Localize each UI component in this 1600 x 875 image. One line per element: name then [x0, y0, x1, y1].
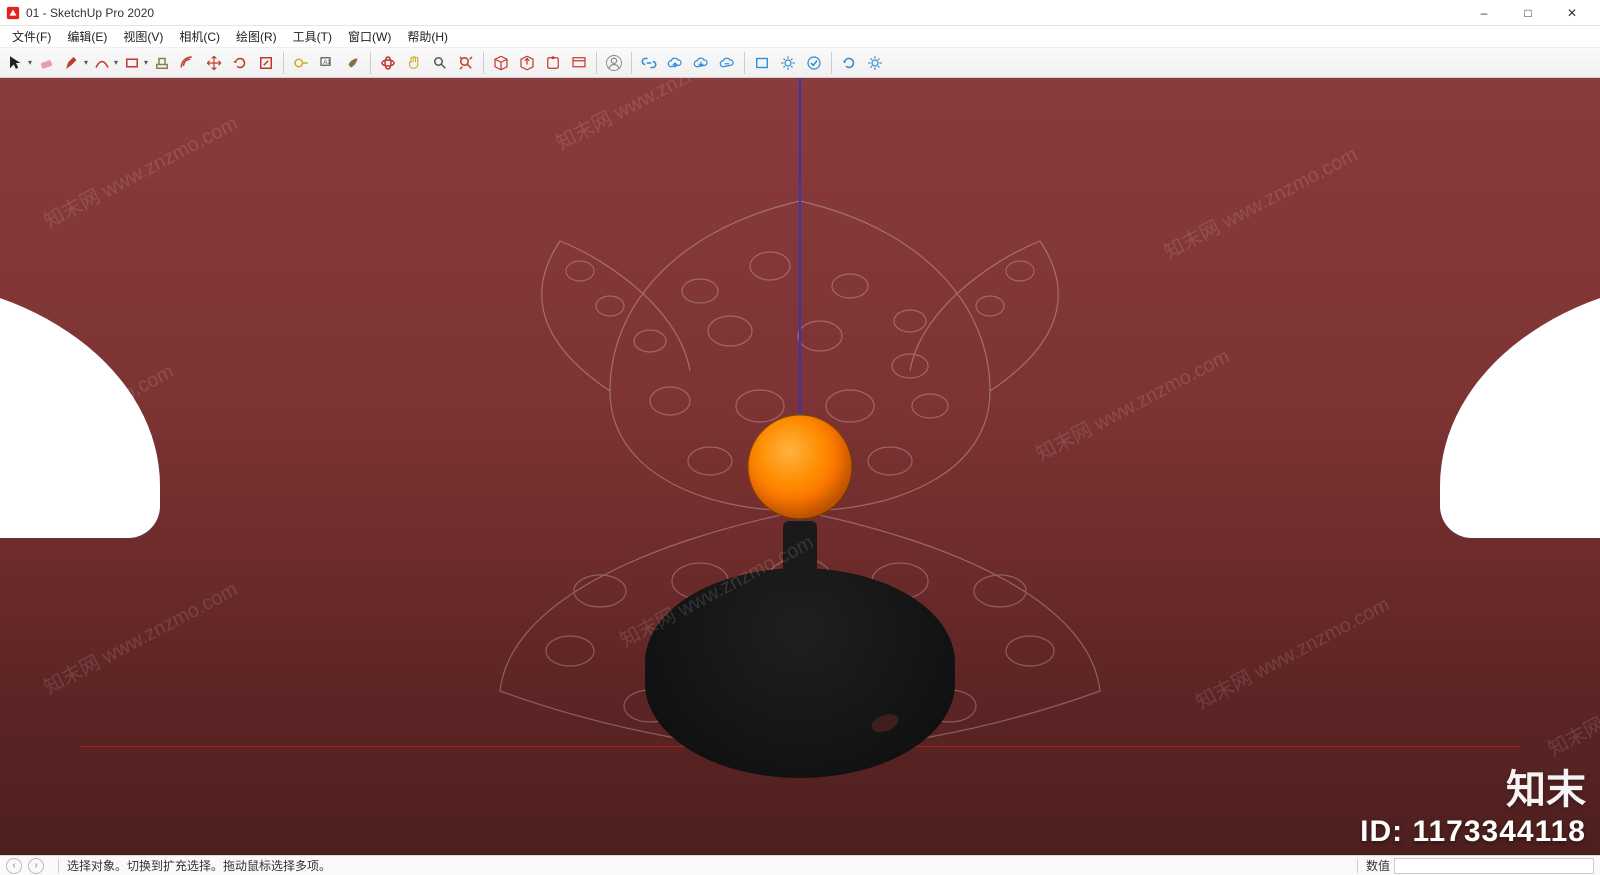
rotate-tool[interactable] — [228, 51, 252, 75]
arc-tool-dropdown[interactable]: ▾ — [114, 58, 118, 67]
settings-tool[interactable] — [863, 51, 887, 75]
window-maximize[interactable]: □ — [1506, 0, 1550, 26]
render-status[interactable] — [802, 51, 826, 75]
menu-item-1[interactable]: 编辑(E) — [59, 26, 115, 47]
layout-send[interactable] — [567, 51, 591, 75]
window-close[interactable]: ✕ — [1550, 0, 1594, 26]
menu-item-5[interactable]: 工具(T) — [285, 26, 340, 47]
menu-item-2[interactable]: 视图(V) — [115, 26, 171, 47]
cloud-sync[interactable] — [715, 51, 739, 75]
warehouse-3d[interactable] — [489, 51, 513, 75]
menu-item-0[interactable]: 文件(F) — [4, 26, 59, 47]
cloud-link[interactable] — [637, 51, 661, 75]
menu-item-6[interactable]: 窗口(W) — [340, 26, 399, 47]
offset-tool[interactable] — [176, 51, 200, 75]
zoom-extents-tool[interactable] — [454, 51, 478, 75]
arc-tool[interactable] — [90, 51, 114, 75]
status-next-hint[interactable]: › — [28, 858, 44, 874]
status-bar: ‹ › 选择对象。切换到扩充选择。拖动鼠标选择多项。 数值 — [0, 855, 1600, 875]
menu-bar: 文件(F)编辑(E)视图(V)相机(C)绘图(R)工具(T)窗口(W)帮助(H) — [0, 26, 1600, 48]
render-frame[interactable] — [750, 51, 774, 75]
refresh-tool[interactable] — [837, 51, 861, 75]
app-icon — [6, 6, 20, 20]
select-tool[interactable] — [4, 51, 28, 75]
cloud-upload[interactable] — [663, 51, 687, 75]
watermark-brand: 知末 — [1506, 757, 1586, 815]
window-title: 01 - SketchUp Pro 2020 — [26, 6, 1462, 20]
menu-item-4[interactable]: 绘图(R) — [228, 26, 285, 47]
cloud-download[interactable] — [689, 51, 713, 75]
line-tool[interactable] — [60, 51, 84, 75]
paint-tool[interactable] — [341, 51, 365, 75]
move-tool[interactable] — [202, 51, 226, 75]
warehouse-share[interactable] — [515, 51, 539, 75]
status-prev-hint[interactable]: ‹ — [6, 858, 22, 874]
orbit-tool[interactable] — [376, 51, 400, 75]
extension-warehouse[interactable] — [541, 51, 565, 75]
zoom-tool[interactable] — [428, 51, 452, 75]
menu-item-7[interactable]: 帮助(H) — [399, 26, 456, 47]
render-settings[interactable] — [776, 51, 800, 75]
status-hint: 选择对象。切换到扩充选择。拖动鼠标选择多项。 — [67, 857, 1349, 874]
model-stem — [783, 521, 817, 591]
line-tool-dropdown[interactable]: ▾ — [84, 58, 88, 67]
svg-text:A1: A1 — [323, 59, 331, 65]
watermark-id: ID: 1173344118 — [1360, 815, 1586, 849]
title-bar: 01 - SketchUp Pro 2020 – □ ✕ — [0, 0, 1600, 26]
main-toolbar: ▾ ▾ ▾ ▾ A1 — [0, 48, 1600, 78]
rectangle-tool-dropdown[interactable]: ▾ — [144, 58, 148, 67]
viewport-3d[interactable]: 知末网 www.znzmo.com知末网 www.znzmo.com知末网 ww… — [0, 78, 1600, 855]
scale-tool[interactable] — [254, 51, 278, 75]
model-base — [645, 568, 955, 778]
select-tool-dropdown[interactable]: ▾ — [28, 58, 32, 67]
eraser-tool[interactable] — [34, 51, 58, 75]
text-tool[interactable]: A1 — [315, 51, 339, 75]
window-minimize[interactable]: – — [1462, 0, 1506, 26]
menu-item-3[interactable]: 相机(C) — [171, 26, 228, 47]
pushpull-tool[interactable] — [150, 51, 174, 75]
measure-input[interactable] — [1394, 858, 1594, 874]
tape-tool[interactable] — [289, 51, 313, 75]
user-account[interactable] — [602, 51, 626, 75]
rectangle-tool[interactable] — [120, 51, 144, 75]
pan-tool[interactable] — [402, 51, 426, 75]
measure-label: 数值 — [1366, 857, 1390, 874]
